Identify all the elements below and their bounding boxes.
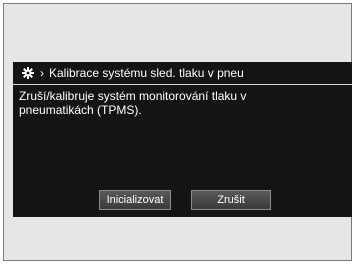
divider [13, 84, 352, 85]
chevron-right-icon: › [40, 66, 44, 80]
breadcrumb: › Kalibrace systému sled. tlaku v pneu [13, 62, 352, 84]
page-title: Kalibrace systému sled. tlaku v pneu [49, 66, 244, 80]
screen-frame: › Kalibrace systému sled. tlaku v pneu Z… [3, 3, 352, 261]
initialize-button[interactable]: Inicializovat [99, 190, 171, 210]
cancel-button[interactable]: Zrušit [191, 190, 271, 210]
description-text: Zruší/kalibruje systém monitorování tlak… [19, 89, 247, 117]
settings-gear-icon [20, 66, 36, 80]
dialog-screen: › Kalibrace systému sled. tlaku v pneu Z… [13, 62, 352, 217]
